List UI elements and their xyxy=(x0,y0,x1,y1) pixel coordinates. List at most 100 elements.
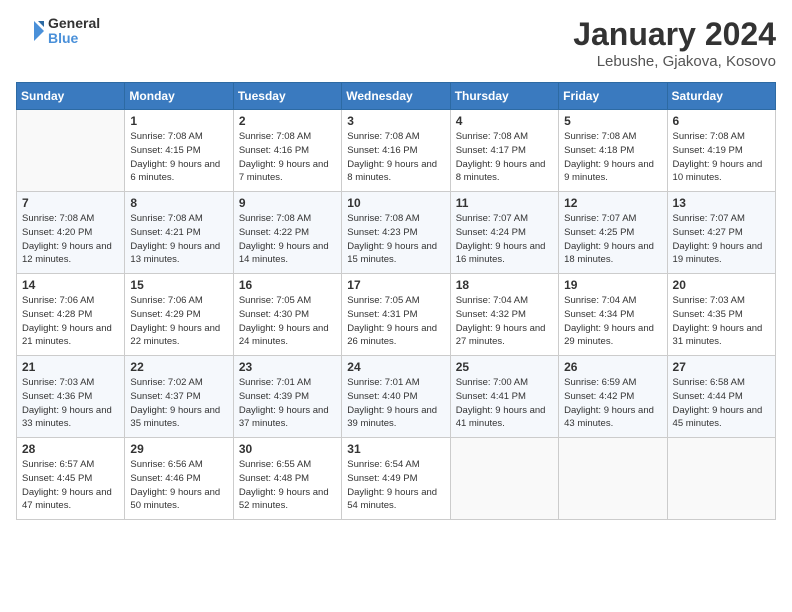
calendar-cell: 13Sunrise: 7:07 AMSunset: 4:27 PMDayligh… xyxy=(667,192,775,274)
day-info: Sunrise: 7:02 AMSunset: 4:37 PMDaylight:… xyxy=(130,376,227,431)
calendar-cell xyxy=(559,438,667,520)
calendar-cell xyxy=(450,438,558,520)
day-number: 4 xyxy=(456,114,553,128)
location-title: Lebushe, Gjakova, Kosovo xyxy=(573,53,776,70)
day-number: 25 xyxy=(456,360,553,374)
calendar-cell: 12Sunrise: 7:07 AMSunset: 4:25 PMDayligh… xyxy=(559,192,667,274)
calendar-cell: 26 Sunrise: 6:59 AMSunset: 4:42 PMDayligh… xyxy=(559,356,667,438)
day-info: Sunrise: 7:03 AMSunset: 4:35 PMDaylight:… xyxy=(673,294,770,349)
day-info: Sunrise: 7:04 AMSunset: 4:34 PMDaylight:… xyxy=(564,294,661,349)
day-number: 17 xyxy=(347,278,444,292)
page-header: General Blue January 2024 Lebushe, Gjako… xyxy=(16,16,776,70)
day-number: 7 xyxy=(22,196,119,210)
day-info: Sunrise: 7:03 AMSunset: 4:36 PMDaylight:… xyxy=(22,376,119,431)
calendar-cell xyxy=(667,438,775,520)
day-info: Sunrise: 7:08 AMSunset: 4:21 PMDaylight:… xyxy=(130,212,227,267)
logo-text: General Blue xyxy=(48,16,100,47)
calendar-cell: 27 Sunrise: 6:58 AMSunset: 4:44 PMDayligh… xyxy=(667,356,775,438)
day-info: Sunrise: 7:06 AMSunset: 4:28 PMDaylight:… xyxy=(22,294,119,349)
day-number: 14 xyxy=(22,278,119,292)
day-header-wednesday: Wednesday xyxy=(342,83,450,110)
calendar-cell: 30 Sunrise: 6:55 AMSunset: 4:48 PMDayligh… xyxy=(233,438,341,520)
day-number: 21 xyxy=(22,360,119,374)
calendar-cell: 6Sunrise: 7:08 AMSunset: 4:19 PMDaylight… xyxy=(667,110,775,192)
day-info: Sunrise: 6:55 AMSunset: 4:48 PMDaylight:… xyxy=(239,458,336,513)
day-info: Sunrise: 7:08 AMSunset: 4:15 PMDaylight:… xyxy=(130,130,227,185)
day-number: 8 xyxy=(130,196,227,210)
day-info: Sunrise: 7:07 AMSunset: 4:24 PMDaylight:… xyxy=(456,212,553,267)
calendar-cell: 25 Sunrise: 7:00 AMSunset: 4:41 PMDayligh… xyxy=(450,356,558,438)
day-number: 30 xyxy=(239,442,336,456)
day-header-friday: Friday xyxy=(559,83,667,110)
calendar-cell: 14 Sunrise: 7:06 AMSunset: 4:28 PMDayligh… xyxy=(17,274,125,356)
day-info: Sunrise: 7:08 AMSunset: 4:23 PMDaylight:… xyxy=(347,212,444,267)
day-info: Sunrise: 7:07 AMSunset: 4:25 PMDaylight:… xyxy=(564,212,661,267)
week-row: 1 Sunrise: 7:08 AMSunset: 4:15 PMDaylight… xyxy=(17,110,776,192)
day-info: Sunrise: 7:05 AMSunset: 4:30 PMDaylight:… xyxy=(239,294,336,349)
day-number: 1 xyxy=(130,114,227,128)
day-info: Sunrise: 6:54 AMSunset: 4:49 PMDaylight:… xyxy=(347,458,444,513)
calendar-cell: 9Sunrise: 7:08 AMSunset: 4:22 PMDaylight… xyxy=(233,192,341,274)
day-info: Sunrise: 7:08 AMSunset: 4:22 PMDaylight:… xyxy=(239,212,336,267)
calendar-cell: 3 Sunrise: 7:08 AMSunset: 4:16 PMDaylight… xyxy=(342,110,450,192)
day-info: Sunrise: 7:00 AMSunset: 4:41 PMDaylight:… xyxy=(456,376,553,431)
calendar-cell: 5Sunrise: 7:08 AMSunset: 4:18 PMDaylight… xyxy=(559,110,667,192)
calendar-cell: 24 Sunrise: 7:01 AMSunset: 4:40 PMDayligh… xyxy=(342,356,450,438)
day-info: Sunrise: 7:05 AMSunset: 4:31 PMDaylight:… xyxy=(347,294,444,349)
day-number: 23 xyxy=(239,360,336,374)
day-info: Sunrise: 7:08 AMSunset: 4:16 PMDaylight:… xyxy=(347,130,444,185)
day-number: 15 xyxy=(130,278,227,292)
logo: General Blue xyxy=(16,16,100,47)
week-row: 7 Sunrise: 7:08 AMSunset: 4:20 PMDaylight… xyxy=(17,192,776,274)
day-info: Sunrise: 7:08 AMSunset: 4:17 PMDaylight:… xyxy=(456,130,553,185)
day-header-saturday: Saturday xyxy=(667,83,775,110)
day-number: 29 xyxy=(130,442,227,456)
calendar-cell: 7 Sunrise: 7:08 AMSunset: 4:20 PMDaylight… xyxy=(17,192,125,274)
day-number: 13 xyxy=(673,196,770,210)
day-number: 16 xyxy=(239,278,336,292)
calendar-cell: 17 Sunrise: 7:05 AMSunset: 4:31 PMDayligh… xyxy=(342,274,450,356)
day-info: Sunrise: 7:01 AMSunset: 4:40 PMDaylight:… xyxy=(347,376,444,431)
calendar-cell: 18 Sunrise: 7:04 AMSunset: 4:32 PMDayligh… xyxy=(450,274,558,356)
day-info: Sunrise: 7:06 AMSunset: 4:29 PMDaylight:… xyxy=(130,294,227,349)
calendar-cell: 15 Sunrise: 7:06 AMSunset: 4:29 PMDayligh… xyxy=(125,274,233,356)
day-number: 18 xyxy=(456,278,553,292)
day-number: 11 xyxy=(456,196,553,210)
day-info: Sunrise: 7:04 AMSunset: 4:32 PMDaylight:… xyxy=(456,294,553,349)
day-info: Sunrise: 6:56 AMSunset: 4:46 PMDaylight:… xyxy=(130,458,227,513)
calendar-cell: 16 Sunrise: 7:05 AMSunset: 4:30 PMDayligh… xyxy=(233,274,341,356)
title-block: January 2024 Lebushe, Gjakova, Kosovo xyxy=(573,16,776,70)
month-title: January 2024 xyxy=(573,16,776,53)
day-header-monday: Monday xyxy=(125,83,233,110)
calendar-cell xyxy=(17,110,125,192)
day-info: Sunrise: 7:01 AMSunset: 4:39 PMDaylight:… xyxy=(239,376,336,431)
day-number: 3 xyxy=(347,114,444,128)
calendar-cell: 1 Sunrise: 7:08 AMSunset: 4:15 PMDaylight… xyxy=(125,110,233,192)
day-info: Sunrise: 7:08 AMSunset: 4:20 PMDaylight:… xyxy=(22,212,119,267)
week-row: 28 Sunrise: 6:57 AMSunset: 4:45 PMDayligh… xyxy=(17,438,776,520)
day-number: 31 xyxy=(347,442,444,456)
day-number: 5 xyxy=(564,114,661,128)
calendar-cell: 22Sunrise: 7:02 AMSunset: 4:37 PMDayligh… xyxy=(125,356,233,438)
calendar-cell: 2Sunrise: 7:08 AMSunset: 4:16 PMDaylight… xyxy=(233,110,341,192)
calendar-cell: 28 Sunrise: 6:57 AMSunset: 4:45 PMDayligh… xyxy=(17,438,125,520)
day-header-sunday: Sunday xyxy=(17,83,125,110)
day-info: Sunrise: 6:58 AMSunset: 4:44 PMDaylight:… xyxy=(673,376,770,431)
day-number: 20 xyxy=(673,278,770,292)
calendar-cell: 4 Sunrise: 7:08 AMSunset: 4:17 PMDaylight… xyxy=(450,110,558,192)
calendar-cell: 31 Sunrise: 6:54 AMSunset: 4:49 PMDayligh… xyxy=(342,438,450,520)
calendar-cell: 29 Sunrise: 6:56 AMSunset: 4:46 PMDayligh… xyxy=(125,438,233,520)
days-header-row: SundayMondayTuesdayWednesdayThursdayFrid… xyxy=(17,83,776,110)
day-number: 26 xyxy=(564,360,661,374)
week-row: 21 Sunrise: 7:03 AMSunset: 4:36 PMDayligh… xyxy=(17,356,776,438)
calendar-cell: 21 Sunrise: 7:03 AMSunset: 4:36 PMDayligh… xyxy=(17,356,125,438)
calendar-cell: 23 Sunrise: 7:01 AMSunset: 4:39 PMDayligh… xyxy=(233,356,341,438)
calendar-cell: 10Sunrise: 7:08 AMSunset: 4:23 PMDayligh… xyxy=(342,192,450,274)
day-info: Sunrise: 6:57 AMSunset: 4:45 PMDaylight:… xyxy=(22,458,119,513)
day-info: Sunrise: 7:08 AMSunset: 4:19 PMDaylight:… xyxy=(673,130,770,185)
day-number: 24 xyxy=(347,360,444,374)
day-info: Sunrise: 6:59 AMSunset: 4:42 PMDaylight:… xyxy=(564,376,661,431)
day-number: 28 xyxy=(22,442,119,456)
day-number: 27 xyxy=(673,360,770,374)
calendar-cell: 8 Sunrise: 7:08 AMSunset: 4:21 PMDaylight… xyxy=(125,192,233,274)
